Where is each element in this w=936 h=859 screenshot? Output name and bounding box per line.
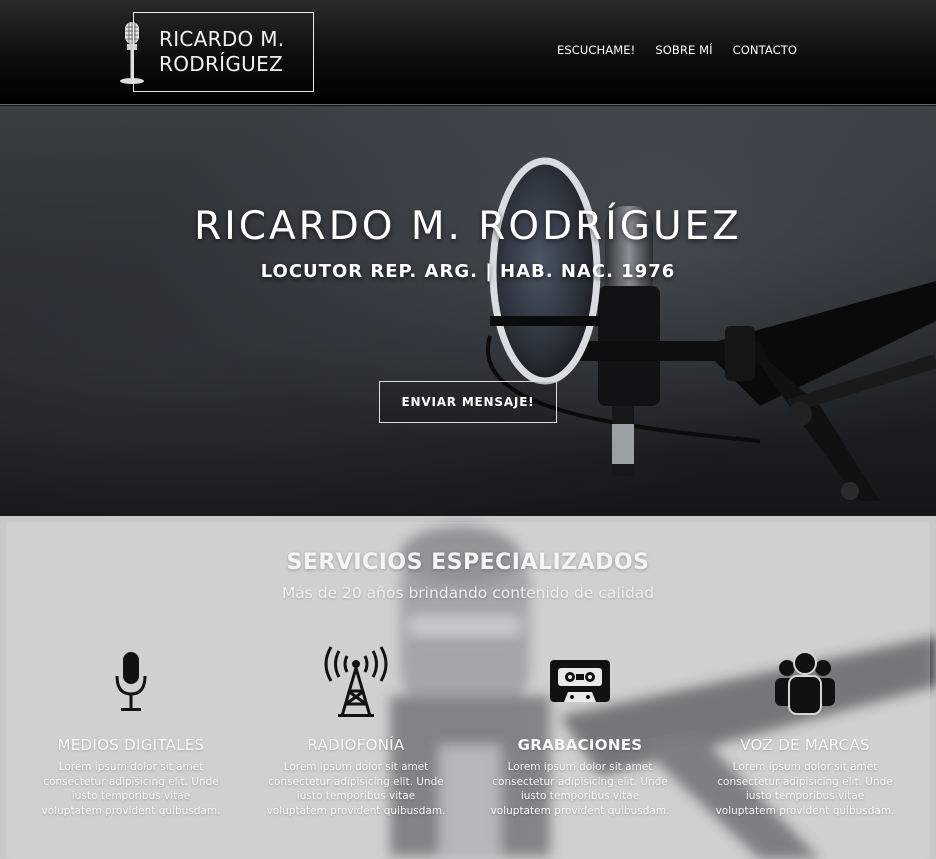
services-title: SERVICIOS ESPECIALIZADOS — [286, 550, 650, 575]
nav-contacto[interactable]: CONTACTO — [733, 43, 797, 57]
hero-subtitle: LOCUTOR REP. ARG. | HAB. NAC. 1976 — [260, 261, 676, 282]
service-name: GRABACIONES — [517, 736, 643, 754]
hero-title: RICARDO M. RODRÍGUEZ — [194, 204, 742, 249]
services-section: SERVICIOS ESPECIALIZADOS Más de 20 años … — [0, 516, 936, 859]
service-name: VOZ DE MARCAS — [740, 736, 870, 754]
people-icon — [775, 651, 835, 715]
services-subtitle: Más de 20 años brindando contenido de ca… — [281, 584, 655, 602]
hero-section: RICARDO M. RODRÍGUEZ LOCUTOR REP. ARG. |… — [0, 106, 936, 516]
studio-microphone-image — [486, 157, 936, 501]
nav-sobre-mi[interactable]: SOBRE MÍ — [655, 43, 712, 57]
radio-tower-icon — [324, 646, 388, 717]
send-message-button[interactable]: ENVIAR MENSAJE! — [379, 381, 557, 423]
main-nav: ESCUCHAME! SOBRE MÍ CONTACTO — [557, 43, 797, 57]
site-header: RICARDO M. RODRÍGUEZ ESCUCHAME! SOBRE MÍ… — [0, 0, 936, 105]
service-description: Lorem ipsum dolor sit amet consectetur a… — [490, 761, 670, 817]
site-logo[interactable]: RICARDO M. RODRÍGUEZ — [112, 12, 314, 92]
service-radiofonia: RADIOFONÍA Lorem ipsum dolor sit amet co… — [246, 646, 466, 818]
logo-text: RICARDO M. RODRÍGUEZ — [159, 27, 285, 76]
cassette-icon — [550, 660, 610, 702]
service-name: RADIOFONÍA — [307, 736, 405, 754]
service-grabaciones: GRABACIONES Lorem ipsum dolor sit amet c… — [470, 646, 690, 818]
service-description: Lorem ipsum dolor sit amet consectetur a… — [41, 761, 221, 817]
service-medios-digitales: MEDIOS DIGITALES Lorem ipsum dolor sit a… — [21, 646, 241, 818]
service-name: MEDIOS DIGITALES — [57, 736, 205, 754]
service-description: Lorem ipsum dolor sit amet consectetur a… — [266, 761, 446, 817]
nav-escuchame[interactable]: ESCUCHAME! — [557, 43, 635, 57]
microphone-icon — [115, 652, 147, 711]
service-voz-de-marcas: VOZ DE MARCAS Lorem ipsum dolor sit amet… — [695, 646, 915, 818]
service-description: Lorem ipsum dolor sit amet consectetur a… — [715, 761, 895, 817]
